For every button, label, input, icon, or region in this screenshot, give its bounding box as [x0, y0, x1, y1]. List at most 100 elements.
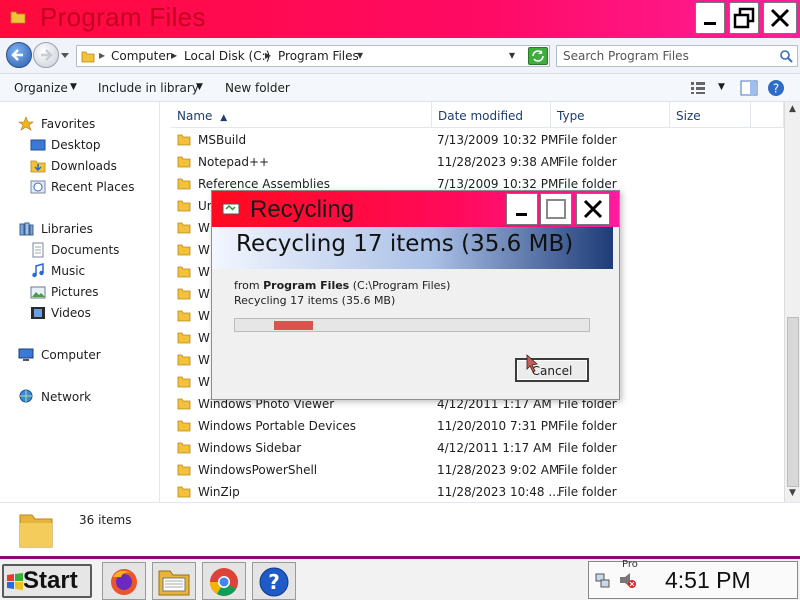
- address-bar[interactable]: ▸ Computer ▸ Local Disk (C:) ▸ Program F…: [76, 45, 550, 67]
- minimize-icon: [704, 22, 716, 25]
- dialog-title: Recycling: [250, 196, 355, 223]
- preview-pane-icon[interactable]: [740, 80, 758, 96]
- folder-icon: [177, 442, 191, 454]
- nav-label: Desktop: [51, 138, 101, 152]
- file-type: File folder: [558, 463, 617, 477]
- nav-libraries[interactable]: Libraries: [0, 219, 158, 239]
- taskbar-file-explorer[interactable]: [152, 562, 196, 600]
- vertical-scrollbar[interactable]: ▲ ▼: [784, 102, 800, 502]
- command-toolbar: Organize ▼ Include in library ▼ New fold…: [0, 74, 800, 102]
- chevron-down-icon[interactable]: ▼: [718, 82, 725, 92]
- organize-button[interactable]: Organize: [14, 81, 68, 95]
- forward-arrow-icon: [41, 49, 53, 61]
- column-header-size[interactable]: Size: [670, 102, 751, 128]
- file-name: MSBuild: [198, 133, 247, 147]
- nav-recent-places[interactable]: Recent Places: [0, 177, 158, 197]
- file-date: 11/28/2023 9:38 AM: [437, 155, 560, 169]
- view-options-icon[interactable]: [690, 81, 706, 95]
- scroll-down-icon[interactable]: ▼: [789, 488, 796, 498]
- address-dropdown-icon[interactable]: ▾: [509, 48, 515, 62]
- folder-icon: [177, 332, 191, 344]
- taskbar-chrome[interactable]: [202, 562, 246, 600]
- source-line: from Program Files (C:\Program Files): [234, 279, 450, 292]
- breadcrumb-program-files[interactable]: Program Files: [278, 49, 359, 63]
- file-name: W: [198, 331, 210, 345]
- nav-favorites[interactable]: Favorites: [0, 114, 158, 134]
- file-date: 11/20/2010 7:31 PM: [437, 419, 559, 433]
- new-folder-button[interactable]: New folder: [225, 81, 290, 95]
- scrollbar-thumb[interactable]: [787, 317, 799, 487]
- breadcrumb-local-disk[interactable]: Local Disk (C:): [184, 49, 270, 63]
- restore-button[interactable]: [729, 2, 759, 34]
- column-header-type[interactable]: Type: [551, 102, 670, 128]
- documents-icon: [32, 242, 44, 258]
- scroll-up-icon[interactable]: ▲: [789, 104, 796, 114]
- folder-icon: [177, 376, 191, 388]
- windows-logo-icon: [7, 573, 23, 590]
- tray-truncated-label: Pro: [622, 559, 638, 570]
- nav-network[interactable]: Network: [0, 387, 158, 407]
- table-row[interactable]: Notepad++ 11/28/2023 9:38 AM File folder: [171, 151, 784, 173]
- nav-desktop[interactable]: Desktop: [0, 135, 158, 155]
- folder-icon: [177, 244, 191, 256]
- recycle-icon: [222, 203, 240, 215]
- folder-icon: [10, 11, 26, 24]
- nav-videos[interactable]: Videos: [0, 303, 158, 323]
- dialog-close-button[interactable]: [576, 193, 610, 225]
- taskbar-help[interactable]: ?: [252, 562, 296, 600]
- file-name: W: [198, 221, 210, 235]
- dialog-maximize-button[interactable]: [540, 193, 572, 225]
- volume-muted-icon[interactable]: [619, 572, 637, 590]
- file-type: File folder: [558, 485, 617, 499]
- refresh-button[interactable]: [528, 47, 548, 65]
- file-type: File folder: [558, 419, 617, 433]
- forward-button[interactable]: [33, 42, 59, 68]
- search-input[interactable]: Search Program Files: [556, 45, 798, 67]
- source-name: Program Files: [263, 279, 350, 292]
- libraries-icon: [19, 222, 34, 236]
- column-header-name[interactable]: Name ▲: [171, 102, 432, 128]
- dialog-titlebar[interactable]: Recycling: [212, 191, 619, 227]
- item-count: 36 items: [79, 513, 132, 527]
- file-date: 7/13/2009 10:32 PM: [437, 133, 559, 147]
- address-row: ▸ Computer ▸ Local Disk (C:) ▸ Program F…: [0, 38, 800, 74]
- nav-music[interactable]: Music: [0, 261, 158, 281]
- table-row[interactable]: Windows Portable Devices 11/20/2010 7:31 …: [171, 415, 784, 437]
- file-date: 11/28/2023 10:48 ...: [437, 485, 560, 499]
- nav-label: Computer: [41, 348, 101, 362]
- file-date: 4/12/2011 1:17 AM: [437, 441, 552, 455]
- nav-pictures[interactable]: Pictures: [0, 282, 158, 302]
- svg-text:?: ?: [773, 82, 779, 96]
- folder-icon: [177, 156, 191, 168]
- help-icon[interactable]: ?: [767, 79, 785, 97]
- column-header-date[interactable]: Date modified: [432, 102, 551, 128]
- start-button[interactable]: Start: [2, 564, 92, 598]
- network-tray-icon[interactable]: [595, 572, 611, 590]
- details-pane: 36 items: [0, 502, 800, 556]
- folder-icon: [177, 200, 191, 212]
- breadcrumb-computer[interactable]: Computer: [111, 49, 171, 63]
- search-icon[interactable]: [779, 49, 793, 63]
- dialog-minimize-button[interactable]: [506, 193, 538, 225]
- nav-computer[interactable]: Computer: [0, 345, 158, 365]
- taskbar-firefox[interactable]: [102, 562, 146, 600]
- file-name: Windows Portable Devices: [198, 419, 356, 433]
- clock[interactable]: 4:51 PM: [665, 567, 751, 594]
- recent-pages-chevron-icon[interactable]: [60, 52, 70, 60]
- table-row[interactable]: WinZip 11/28/2023 10:48 ... File folder: [171, 481, 784, 503]
- include-in-library-button[interactable]: Include in library: [98, 81, 199, 95]
- system-tray: Pro 4:51 PM: [588, 559, 798, 599]
- nav-downloads[interactable]: Downloads: [0, 156, 158, 176]
- table-row[interactable]: WindowsPowerShell 11/28/2023 9:02 AM File …: [171, 459, 784, 481]
- minimize-button[interactable]: [695, 2, 725, 34]
- table-row[interactable]: Windows Sidebar 4/12/2011 1:17 AM File fol…: [171, 437, 784, 459]
- folder-icon: [177, 464, 191, 476]
- nav-documents[interactable]: Documents: [0, 240, 158, 260]
- window-titlebar[interactable]: Program Files: [0, 0, 800, 38]
- folder-icon: [177, 266, 191, 278]
- file-name: Notepad++: [198, 155, 270, 169]
- close-button[interactable]: [763, 2, 797, 34]
- back-button[interactable]: [6, 42, 32, 68]
- table-row[interactable]: MSBuild 7/13/2009 10:32 PM File folder: [171, 129, 784, 151]
- nav-label: Videos: [51, 306, 91, 320]
